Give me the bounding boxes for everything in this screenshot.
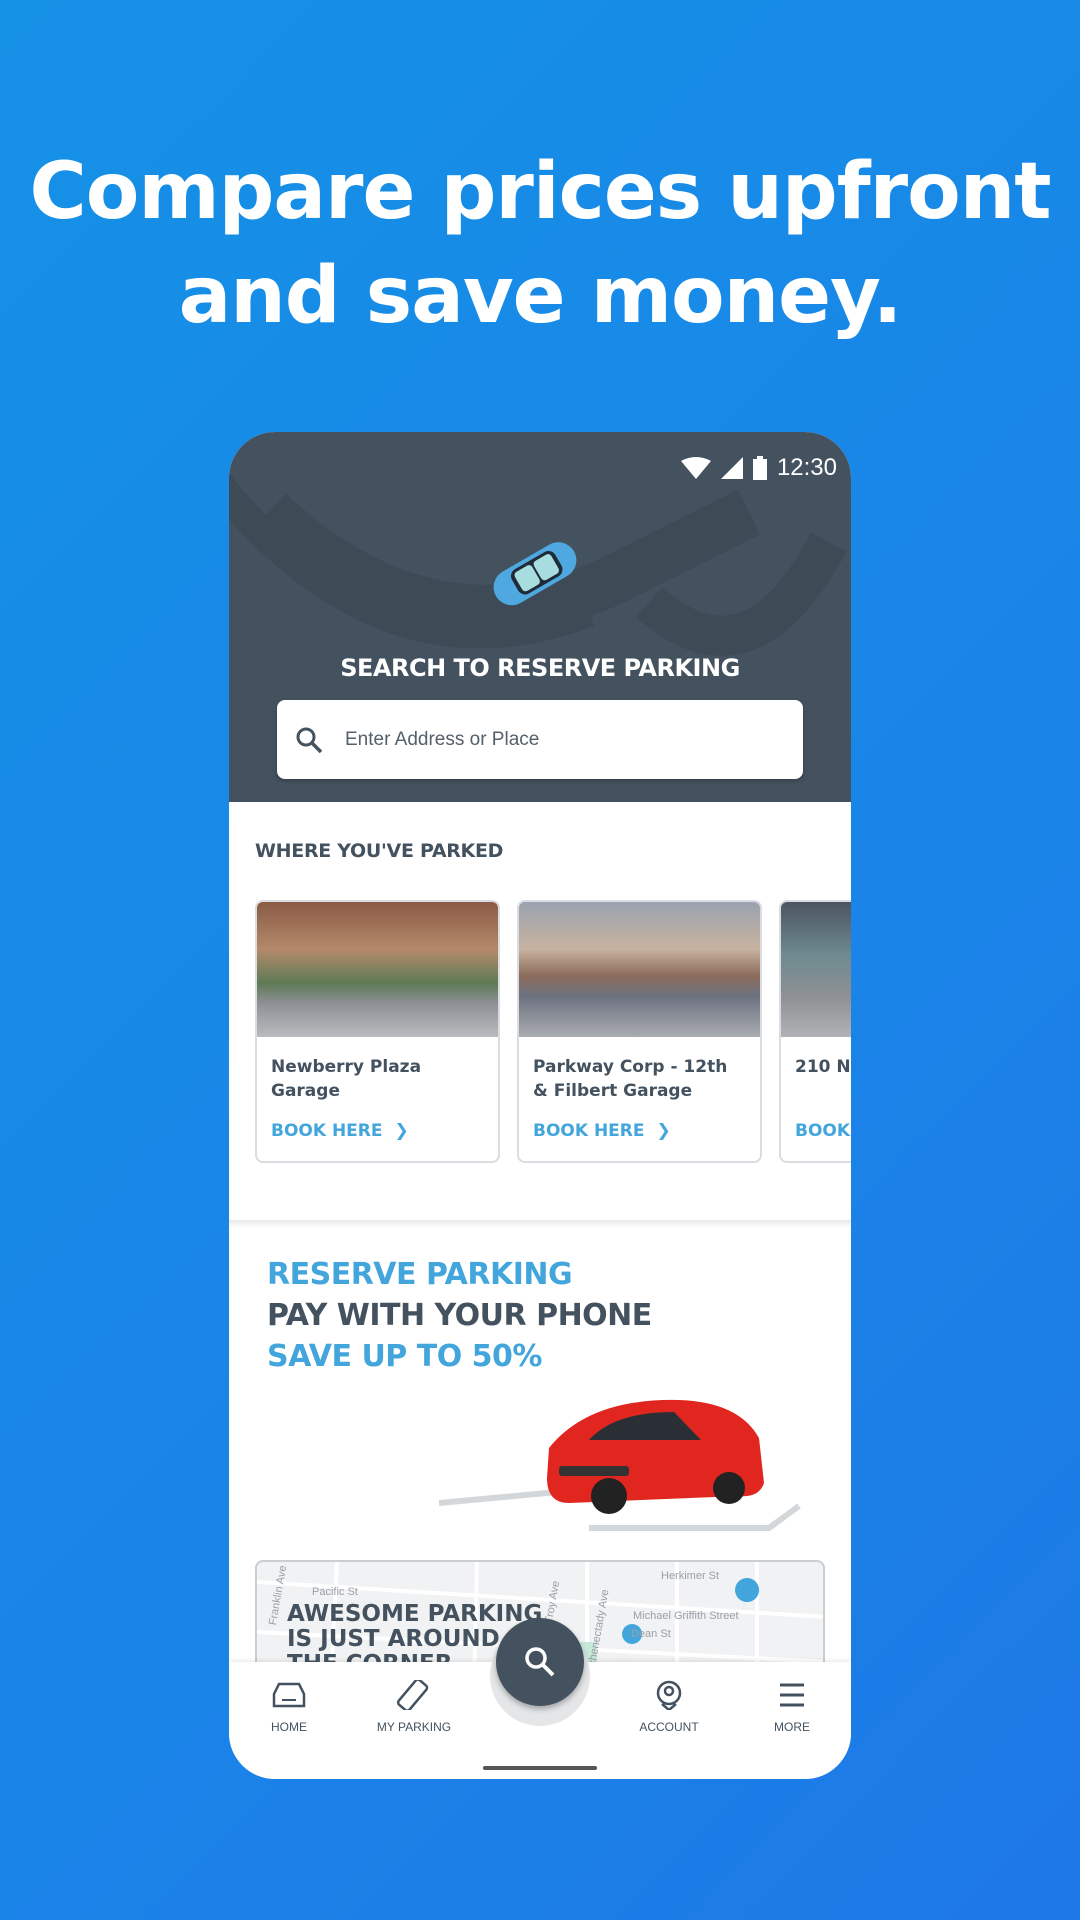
chevron-right-icon: ❯ [656, 1121, 671, 1141]
street-label: Michael Griffith Street [633, 1610, 739, 1622]
car-icon [272, 1682, 306, 1708]
menu-icon [780, 1683, 804, 1707]
book-here-link[interactable]: BOOK HERE❯ [781, 1121, 851, 1141]
nav-home-label: HOME [271, 1720, 307, 1734]
nav-home[interactable]: HOME [234, 1680, 344, 1734]
book-here-label: BOOK HERE [271, 1121, 383, 1141]
promo-line-3: SAVE UP TO 50% [267, 1339, 542, 1374]
search-box[interactable] [277, 700, 803, 779]
chevron-right-icon: ❯ [394, 1121, 409, 1141]
parked-card[interactable]: Newberry Plaza Garage BOOK HERE ❯ [255, 900, 500, 1163]
promo-line-2: PAY WITH YOUR PHONE [267, 1298, 652, 1333]
parked-cards-carousel[interactable]: Newberry Plaza Garage BOOK HERE ❯ Parkway… [255, 900, 851, 1163]
garage-name: 210 N. Garage [795, 1057, 851, 1077]
nav-my-parking[interactable]: MY PARKING [359, 1680, 469, 1734]
nav-account[interactable]: ACCOUNT [614, 1680, 724, 1734]
status-bar: 12:30 [680, 454, 837, 482]
nav-more[interactable]: MORE [737, 1680, 847, 1734]
search-icon [525, 1647, 555, 1677]
where-parked-title: WHERE YOU'VE PARKED [255, 840, 504, 862]
promo-line-1: RESERVE PARKING [267, 1257, 573, 1292]
book-here-label: BOOK HERE [795, 1121, 851, 1141]
ticket-icon [396, 1680, 429, 1710]
promo-banner: RESERVE PARKING PAY WITH YOUR PHONE SAVE… [267, 1254, 652, 1377]
section-divider [229, 1220, 851, 1228]
status-time: 12:30 [776, 454, 837, 481]
battery-icon [752, 456, 767, 480]
nav-more-label: MORE [774, 1720, 810, 1734]
account-pin-icon [656, 1680, 682, 1710]
parked-card[interactable]: Parkway Corp - 12th & Filbert Garage BOO… [517, 900, 762, 1163]
address-search-input[interactable] [345, 728, 765, 751]
search-header: 12:30 SEARCH TO RESERVE PARKING [229, 432, 851, 802]
signal-icon [720, 457, 743, 479]
phone-frame: 12:30 SEARCH TO RESERVE PARKING WHERE YO… [229, 432, 851, 1779]
hero-title: SEARCH TO RESERVE PARKING [340, 654, 740, 682]
car-illustration [493, 542, 577, 606]
garage-name: Parkway Corp - 12th & Filbert Garage [533, 1057, 728, 1101]
nav-my-parking-label: MY PARKING [376, 1720, 452, 1734]
headline-line-2: and save money. [178, 251, 903, 341]
headline-line-1: Compare prices upfront [29, 147, 1051, 237]
street-label: Pacific St [312, 1586, 358, 1598]
garage-photo [257, 902, 498, 1037]
red-car-illustration [439, 1399, 801, 1531]
headline: Compare prices upfront and save money. [0, 140, 1080, 348]
wifi-icon [680, 457, 711, 479]
search-icon [296, 727, 323, 753]
nav-account-label: ACCOUNT [639, 1720, 699, 1734]
search-fab-button[interactable] [496, 1618, 584, 1706]
garage-photo [781, 902, 851, 1037]
garage-name: Newberry Plaza Garage [271, 1057, 422, 1101]
bottom-navigation: HOME MY PARKING ACCOUNT MORE [229, 1618, 851, 1779]
home-indicator[interactable] [483, 1766, 597, 1770]
book-here-link[interactable]: BOOK HERE ❯ [257, 1121, 498, 1141]
parked-card[interactable]: 210 N. Garage BOOK HERE❯ [779, 900, 851, 1163]
garage-photo [519, 902, 760, 1037]
book-here-label: BOOK HERE [533, 1121, 645, 1141]
street-label: Dean St [631, 1628, 671, 1640]
book-here-link[interactable]: BOOK HERE ❯ [519, 1121, 760, 1141]
street-label: Herkimer St [661, 1570, 720, 1582]
